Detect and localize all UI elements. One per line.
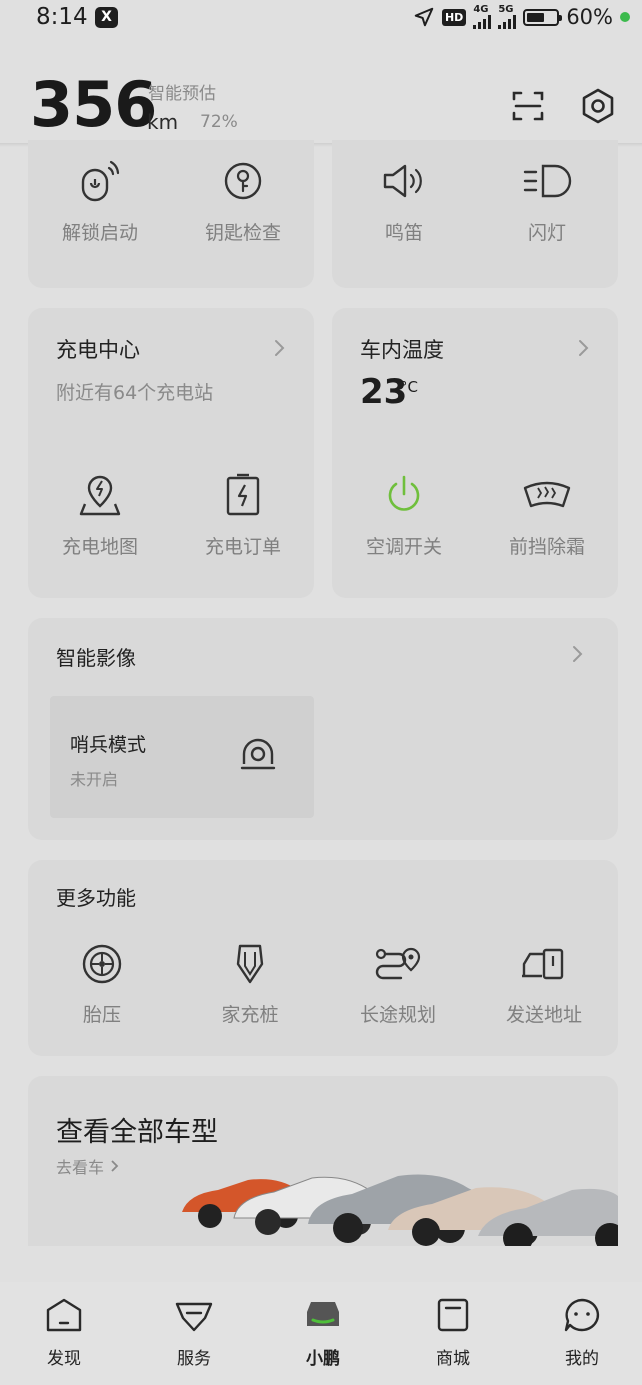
view-cars-link-label: 去看车 bbox=[56, 1158, 105, 1177]
nav-profile-label: 我的 bbox=[565, 1349, 599, 1369]
nav-service[interactable]: 服务 bbox=[149, 1296, 239, 1369]
cabin-temp-unit: °C bbox=[400, 378, 418, 396]
unlock-start-label: 解锁启动 bbox=[61, 222, 138, 244]
trip-planning-label: 长途规划 bbox=[359, 1004, 436, 1026]
smart-video-title: 智能影像 bbox=[56, 646, 136, 670]
nav-service-label: 服务 bbox=[177, 1349, 211, 1369]
horn-icon bbox=[383, 164, 422, 198]
send-address-label: 发送地址 bbox=[505, 1004, 582, 1026]
sentry-mode-title: 哨兵模式 bbox=[70, 734, 147, 756]
scan-icon bbox=[512, 91, 544, 121]
car-icon bbox=[307, 1302, 339, 1326]
bottom-nav: 发现 服务 小鹏 商城 我的 bbox=[0, 1282, 642, 1385]
tire-icon bbox=[82, 944, 122, 984]
trip-planning-tile[interactable]: 长途规划 bbox=[338, 942, 458, 1027]
horn-label: 鸣笛 bbox=[384, 222, 423, 244]
battery-icon bbox=[523, 8, 563, 26]
send-address-icon bbox=[522, 948, 564, 980]
range-value: 356 bbox=[30, 68, 157, 141]
flash-lights-tile[interactable]: 闪灯 bbox=[487, 158, 607, 245]
front-defrost-tile[interactable]: 前挡除霜 bbox=[487, 472, 607, 559]
chevron-right-icon bbox=[111, 1160, 119, 1172]
nav-discover[interactable]: 发现 bbox=[19, 1296, 109, 1369]
send-address-tile[interactable]: 发送地址 bbox=[484, 942, 604, 1027]
more-functions-title: 更多功能 bbox=[56, 886, 136, 910]
sentry-mode-status: 未开启 bbox=[70, 770, 119, 789]
status-bar: 8:14 X HD 4G 5G 60% bbox=[0, 0, 642, 36]
range-unit: km bbox=[147, 110, 179, 134]
battery-soc: 72% bbox=[200, 112, 238, 132]
all-models-card[interactable]: 查看全部车型 去看车 bbox=[28, 1076, 618, 1246]
key-icon bbox=[224, 162, 262, 200]
charging-stations-nearby: 附近有64个充电站 bbox=[56, 382, 214, 404]
sim2-signal: 5G bbox=[498, 5, 517, 29]
nav-mall[interactable]: 商城 bbox=[408, 1296, 498, 1369]
key-check-tile[interactable]: 钥匙检查 bbox=[183, 158, 303, 245]
range-estimate-label: 智能预估 bbox=[148, 84, 216, 104]
location-arrow-icon bbox=[414, 7, 434, 27]
quick-controls-card-right: 鸣笛 闪灯 bbox=[332, 140, 618, 288]
car-lineup-image bbox=[182, 1174, 618, 1246]
charging-map-label: 充电地图 bbox=[61, 536, 138, 558]
smart-video-card[interactable]: 智能影像 哨兵模式 未开启 bbox=[28, 618, 618, 840]
hd-badge: HD bbox=[441, 8, 467, 26]
nav-mall-label: 商城 bbox=[436, 1349, 470, 1369]
service-icon bbox=[175, 1302, 213, 1332]
privacy-indicator-dot bbox=[620, 12, 630, 22]
charging-order-tile[interactable]: 充电订单 bbox=[183, 472, 303, 559]
nav-discover-label: 发现 bbox=[47, 1349, 81, 1369]
cabin-temp-title: 车内温度 bbox=[360, 338, 444, 362]
route-icon bbox=[375, 947, 421, 980]
camera-icon bbox=[240, 738, 276, 770]
charging-center-card[interactable]: 充电中心 附近有64个充电站 充电地图 充电订单 bbox=[28, 308, 314, 598]
quick-controls-card-left: 解锁启动 钥匙检查 bbox=[28, 140, 314, 288]
charging-order-icon bbox=[226, 473, 260, 516]
settings-button[interactable] bbox=[578, 86, 618, 130]
all-models-title: 查看全部车型 bbox=[56, 1117, 218, 1148]
home-charger-icon bbox=[236, 944, 264, 984]
power-icon bbox=[388, 475, 420, 511]
front-defrost-label: 前挡除霜 bbox=[508, 536, 585, 558]
nav-profile[interactable]: 我的 bbox=[537, 1296, 627, 1369]
cabin-temp-card[interactable]: 车内温度 23 °C 空调开关 前挡除霜 bbox=[332, 308, 618, 598]
chevron-right-icon bbox=[275, 340, 285, 356]
nav-xpeng-label: 小鹏 bbox=[306, 1349, 340, 1369]
sentry-mode-tile[interactable]: 哨兵模式 未开启 bbox=[50, 696, 314, 818]
tire-pressure-label: 胎压 bbox=[82, 1004, 121, 1026]
notification-app-icon: X bbox=[95, 7, 118, 28]
view-cars-link[interactable]: 去看车 bbox=[56, 1154, 120, 1178]
settings-hex-icon bbox=[582, 88, 614, 124]
status-indicators: HD 4G 5G 60% bbox=[413, 5, 630, 29]
defrost-icon bbox=[523, 481, 571, 508]
tire-pressure-tile[interactable]: 胎压 bbox=[42, 942, 162, 1027]
flash-lights-label: 闪灯 bbox=[527, 222, 566, 244]
charging-center-title: 充电中心 bbox=[56, 338, 140, 362]
more-functions-card: 更多功能 胎压 家充桩 长途规划 发送地址 bbox=[28, 860, 618, 1056]
status-time: 8:14 bbox=[36, 4, 88, 30]
chevron-right-icon bbox=[579, 340, 589, 356]
horn-tile[interactable]: 鸣笛 bbox=[344, 158, 464, 245]
headlight-icon bbox=[523, 164, 572, 198]
ac-switch-tile[interactable]: 空调开关 bbox=[344, 472, 464, 559]
sim1-signal: 4G bbox=[473, 5, 492, 29]
home-charger-label: 家充桩 bbox=[221, 1004, 279, 1026]
charging-map-tile[interactable]: 充电地图 bbox=[40, 472, 160, 559]
charging-map-icon bbox=[79, 475, 121, 516]
chevron-right-icon bbox=[573, 646, 583, 662]
remote-unlock-icon bbox=[81, 160, 120, 202]
discover-icon bbox=[46, 1298, 82, 1332]
scan-button[interactable] bbox=[508, 86, 548, 130]
battery-percent: 60% bbox=[566, 5, 613, 29]
unlock-start-tile[interactable]: 解锁启动 bbox=[40, 158, 160, 245]
profile-icon bbox=[564, 1298, 600, 1332]
charging-order-label: 充电订单 bbox=[204, 536, 281, 558]
nav-xpeng[interactable]: 小鹏 bbox=[278, 1296, 368, 1369]
mall-icon bbox=[437, 1298, 469, 1332]
key-check-label: 钥匙检查 bbox=[204, 222, 281, 244]
ac-switch-label: 空调开关 bbox=[365, 536, 442, 558]
home-charger-tile[interactable]: 家充桩 bbox=[190, 942, 310, 1027]
